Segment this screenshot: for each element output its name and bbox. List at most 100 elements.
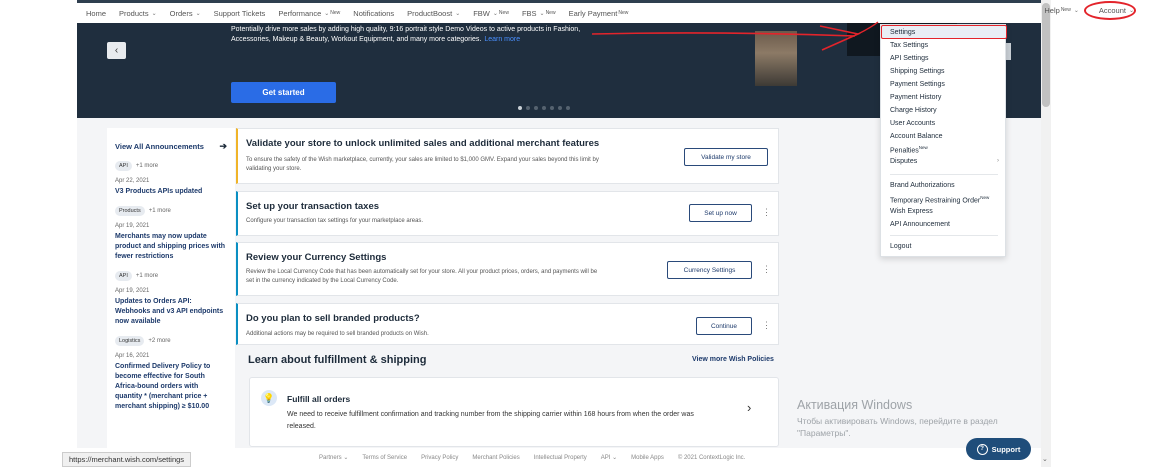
task-card-button[interactable]: Currency Settings — [667, 261, 752, 279]
nav-item-orders[interactable]: Orders ⌄ — [170, 9, 201, 18]
announcement-more[interactable]: +1 more — [136, 273, 158, 279]
nav-item-label: Support Tickets — [213, 8, 266, 18]
menu-item-label: Wish Express — [890, 208, 933, 215]
menu-item-payment-settings[interactable]: Payment Settings — [890, 81, 945, 88]
menu-item-label: Settings — [890, 29, 916, 36]
task-card-button[interactable]: Set up now — [689, 204, 752, 222]
announcement-item[interactable]: Products +1 more Apr 19, 2021 Merchants may… — [115, 206, 227, 262]
fulfill-orders-card[interactable]: 💡 Fulfill all orders We need to receive … — [249, 377, 779, 447]
footer-link[interactable]: Privacy Policy — [421, 455, 458, 461]
footer-link[interactable]: Partners ⌄ — [319, 454, 348, 461]
nav-item-fbw[interactable]: FBW ⌄ New — [473, 9, 509, 18]
announcement-tag[interactable]: Logistics — [115, 336, 145, 346]
announcement-more[interactable]: +1 more — [136, 163, 158, 169]
menu-item-label: Shipping Settings — [890, 68, 945, 75]
new-badge: New — [545, 10, 556, 16]
carousel-dot[interactable] — [550, 106, 554, 110]
view-more-policies-link[interactable]: View more Wish Policies — [692, 356, 774, 363]
nav-item-home[interactable]: Home — [86, 9, 106, 18]
footer-link[interactable]: Merchant Policies — [472, 455, 519, 461]
announcements-list: API +1 more Apr 22, 2021 V3 Products APIs u… — [115, 161, 227, 412]
new-badge: New — [618, 10, 629, 16]
nav-item-support-tickets[interactable]: Support Tickets — [214, 9, 266, 18]
menu-item-account-balance[interactable]: Account Balance — [890, 133, 943, 140]
menu-item-brand-authorizations[interactable]: Brand Authorizations — [890, 182, 955, 189]
get-started-button[interactable]: Get started — [231, 82, 336, 103]
nav-item-label: Home — [86, 8, 107, 18]
scroll-down-icon[interactable]: ⌄ — [1042, 455, 1048, 463]
banner-prev-button[interactable]: ‹ — [107, 42, 126, 59]
announcement-more[interactable]: +2 more — [148, 338, 170, 344]
menu-item-penalties[interactable]: PenaltiesNew — [890, 145, 928, 154]
menu-item-wish-express[interactable]: Wish Express — [890, 208, 933, 215]
menu-item-api-announcement[interactable]: API Announcement — [890, 221, 950, 228]
nav-item-products[interactable]: Products ⌄ — [119, 9, 157, 18]
menu-item-tax-settings[interactable]: Tax Settings — [890, 42, 928, 49]
chevron-left-icon: ‹ — [114, 45, 119, 56]
menu-item-label: Payment Settings — [890, 81, 945, 88]
nav-item-notifications[interactable]: Notifications — [353, 9, 394, 18]
chevron-down-icon: ⌄ — [151, 10, 157, 17]
fulfill-card-title: Fulfill all orders — [287, 394, 351, 404]
banner-learn-more-link[interactable]: Learn more — [484, 36, 520, 43]
menu-item-label: Payment History — [890, 94, 942, 101]
announcement-tags: Logistics +2 more — [115, 336, 227, 346]
footer-link[interactable]: API ⌄ — [601, 454, 617, 461]
new-badge: New — [330, 10, 341, 16]
footer-link[interactable]: Terms of Service — [362, 455, 407, 461]
announcement-tag[interactable]: API — [115, 271, 132, 281]
kebab-menu-icon[interactable]: ⋮ — [762, 320, 771, 331]
task-card-desc: Review the Local Currency Code that has … — [246, 269, 598, 284]
kebab-menu-icon[interactable]: ⋮ — [762, 264, 771, 275]
nav-item-fbs[interactable]: FBS ⌄ New — [522, 9, 556, 18]
status-bar-url: https://merchant.wish.com/settings — [62, 452, 192, 467]
menu-divider — [890, 174, 998, 175]
menu-item-shipping-settings[interactable]: Shipping Settings — [890, 68, 944, 75]
announcement-tags: API +1 more — [115, 161, 227, 171]
windows-activation-watermark: Активация Windows Чтобы активировать Win… — [797, 398, 998, 438]
nav-item-early-payment[interactable]: Early Payment New — [569, 9, 629, 18]
announcement-item[interactable]: Logistics +2 more Apr 16, 2021 Confirmed De… — [115, 336, 227, 412]
footer-link[interactable]: Intellectual Property — [534, 455, 587, 461]
kebab-menu-icon[interactable]: ⋮ — [762, 207, 771, 218]
announcement-title[interactable]: V3 Products APIs updated — [115, 187, 227, 197]
carousel-dot[interactable] — [526, 106, 530, 110]
announcement-tag[interactable]: Products — [115, 206, 145, 216]
red-annotation-circle — [1084, 1, 1136, 20]
carousel-dot[interactable] — [518, 106, 522, 110]
menu-item-payment-history[interactable]: Payment History — [890, 94, 941, 101]
announcement-more[interactable]: +1 more — [149, 208, 171, 214]
carousel-dot[interactable] — [566, 106, 570, 110]
nav-help[interactable]: Help New ⌄ — [1044, 6, 1078, 15]
announcement-title[interactable]: Merchants may now update product and shi… — [115, 232, 227, 262]
carousel-dot[interactable] — [558, 106, 562, 110]
chevron-down-icon: ⌄ — [492, 10, 498, 17]
menu-item-api-settings[interactable]: API Settings — [890, 55, 929, 62]
announcements-panel: View All Announcements ➔ API +1 more Apr 2… — [107, 128, 235, 448]
view-all-announcements-link[interactable]: View All Announcements ➔ — [115, 141, 227, 152]
announcement-date: Apr 22, 2021 — [115, 178, 150, 184]
announcement-title[interactable]: Confirmed Delivery Policy to become effe… — [115, 362, 227, 412]
chevron-down-icon: ⌄ — [195, 10, 201, 17]
menu-item-settings[interactable]: Settings — [890, 29, 915, 36]
announcement-title[interactable]: Updates to Orders API: Webhooks and v3 A… — [115, 297, 227, 327]
nav-item-performance[interactable]: Performance ⌄ New — [278, 9, 340, 18]
chevron-down-icon: ⌄ — [324, 10, 330, 17]
menu-item-charge-history[interactable]: Charge History — [890, 107, 937, 114]
menu-item-temporary-restraining-order[interactable]: Temporary Restraining OrderNew — [890, 195, 989, 204]
task-card-button[interactable]: Continue — [696, 317, 752, 335]
announcement-item[interactable]: API +1 more Apr 22, 2021 V3 Products APIs u… — [115, 161, 227, 197]
announcement-item[interactable]: API +1 more Apr 19, 2021 Updates to Orders … — [115, 271, 227, 327]
announcement-tag[interactable]: API — [115, 161, 132, 171]
menu-item-disputes[interactable]: Disputes — [890, 158, 917, 165]
support-button[interactable]: ? Support — [966, 438, 1031, 460]
menu-item-logout[interactable]: Logout — [890, 243, 911, 250]
task-card-button[interactable]: Validate my store — [684, 148, 768, 166]
carousel-dot[interactable] — [542, 106, 546, 110]
chevron-down-icon: ⌄ — [455, 10, 461, 17]
menu-item-user-accounts[interactable]: User Accounts — [890, 120, 935, 127]
task-card-desc: Configure your transaction tax settings … — [246, 218, 424, 224]
nav-item-productboost[interactable]: ProductBoost ⌄ — [407, 9, 460, 18]
carousel-dot[interactable] — [534, 106, 538, 110]
footer-link[interactable]: Mobile Apps — [631, 455, 664, 461]
